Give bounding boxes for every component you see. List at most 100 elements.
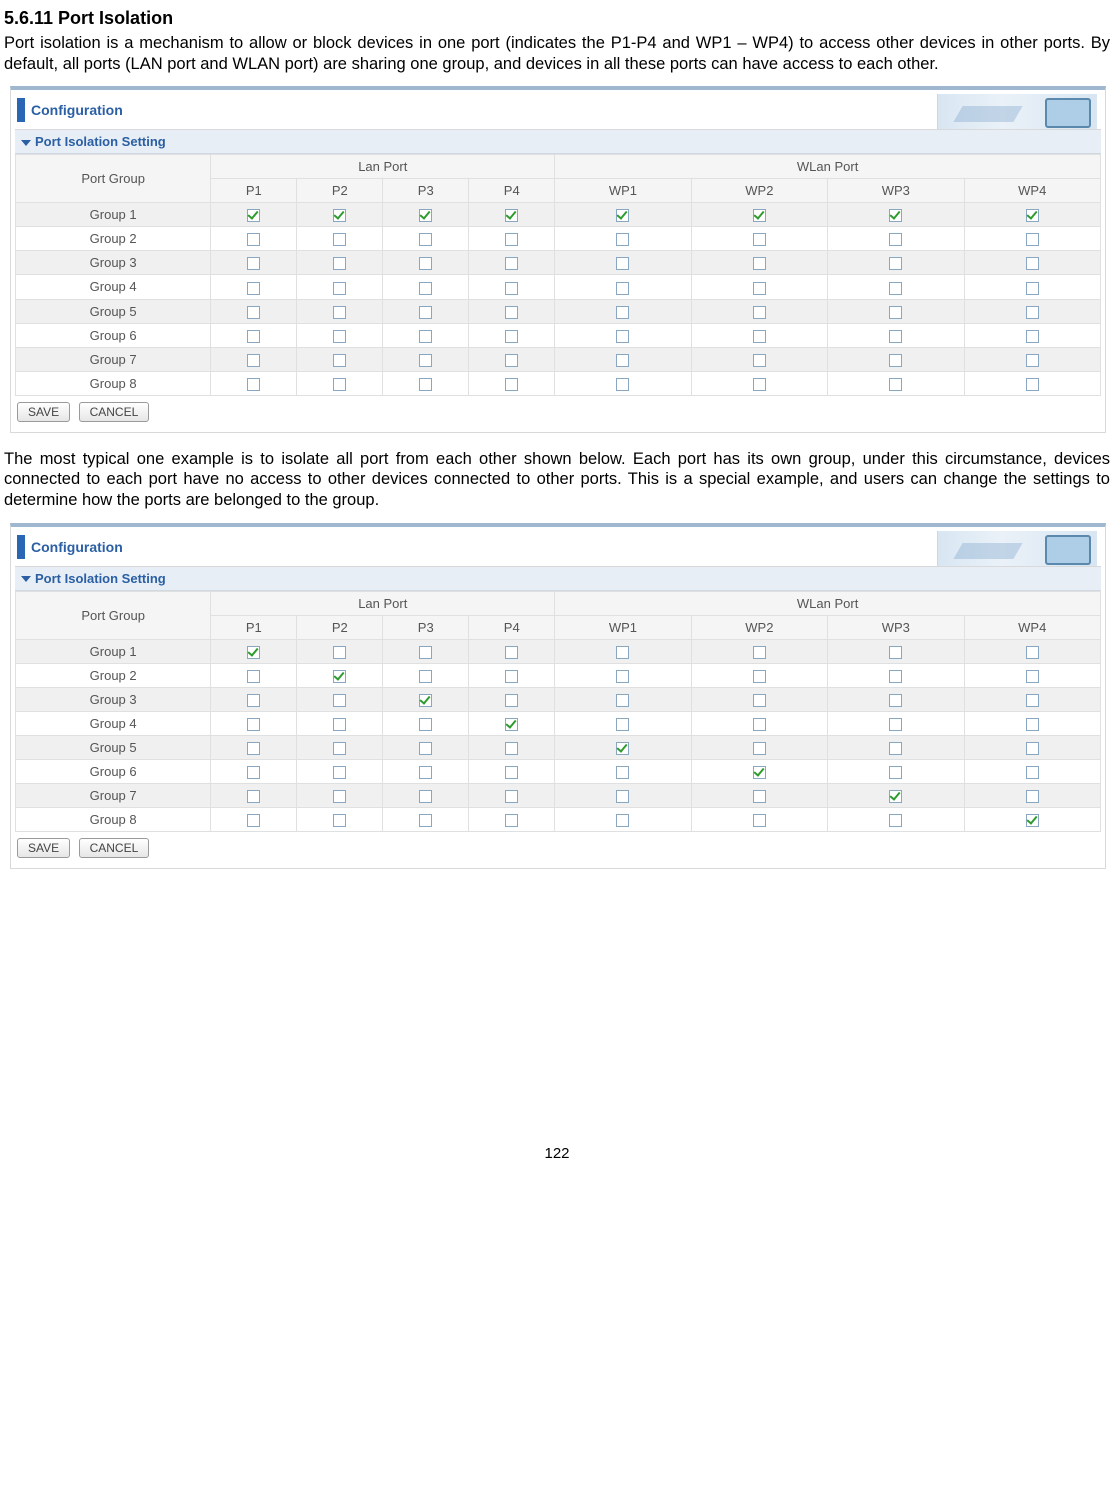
- checkbox[interactable]: [247, 718, 260, 731]
- section-header[interactable]: Port Isolation Setting: [15, 567, 1101, 591]
- checkbox[interactable]: [419, 209, 432, 222]
- checkbox[interactable]: [333, 646, 346, 659]
- checkbox[interactable]: [505, 694, 518, 707]
- checkbox[interactable]: [1026, 718, 1039, 731]
- checkbox[interactable]: [616, 233, 629, 246]
- checkbox[interactable]: [247, 330, 260, 343]
- checkbox[interactable]: [1026, 233, 1039, 246]
- checkbox[interactable]: [247, 306, 260, 319]
- checkbox[interactable]: [1026, 354, 1039, 367]
- save-button[interactable]: SAVE: [17, 402, 70, 422]
- checkbox[interactable]: [419, 378, 432, 391]
- checkbox[interactable]: [333, 694, 346, 707]
- checkbox[interactable]: [247, 766, 260, 779]
- checkbox[interactable]: [333, 257, 346, 270]
- checkbox[interactable]: [247, 742, 260, 755]
- checkbox[interactable]: [333, 814, 346, 827]
- checkbox[interactable]: [333, 790, 346, 803]
- checkbox[interactable]: [419, 233, 432, 246]
- checkbox[interactable]: [616, 814, 629, 827]
- checkbox[interactable]: [753, 306, 766, 319]
- checkbox[interactable]: [753, 233, 766, 246]
- checkbox[interactable]: [247, 354, 260, 367]
- checkbox[interactable]: [616, 766, 629, 779]
- checkbox[interactable]: [419, 282, 432, 295]
- checkbox[interactable]: [505, 670, 518, 683]
- cancel-button[interactable]: CANCEL: [79, 838, 150, 858]
- checkbox[interactable]: [419, 257, 432, 270]
- checkbox[interactable]: [247, 257, 260, 270]
- checkbox[interactable]: [505, 257, 518, 270]
- checkbox[interactable]: [247, 209, 260, 222]
- cancel-button[interactable]: CANCEL: [79, 402, 150, 422]
- checkbox[interactable]: [1026, 814, 1039, 827]
- checkbox[interactable]: [419, 814, 432, 827]
- checkbox[interactable]: [247, 282, 260, 295]
- checkbox[interactable]: [753, 378, 766, 391]
- checkbox[interactable]: [753, 814, 766, 827]
- checkbox[interactable]: [889, 233, 902, 246]
- section-header[interactable]: Port Isolation Setting: [15, 130, 1101, 154]
- checkbox[interactable]: [505, 330, 518, 343]
- checkbox[interactable]: [753, 718, 766, 731]
- checkbox[interactable]: [333, 354, 346, 367]
- checkbox[interactable]: [333, 209, 346, 222]
- checkbox[interactable]: [333, 330, 346, 343]
- checkbox[interactable]: [889, 378, 902, 391]
- checkbox[interactable]: [753, 646, 766, 659]
- checkbox[interactable]: [247, 694, 260, 707]
- checkbox[interactable]: [1026, 378, 1039, 391]
- checkbox[interactable]: [419, 742, 432, 755]
- checkbox[interactable]: [753, 209, 766, 222]
- checkbox[interactable]: [616, 378, 629, 391]
- checkbox[interactable]: [889, 766, 902, 779]
- checkbox[interactable]: [616, 330, 629, 343]
- checkbox[interactable]: [419, 670, 432, 683]
- checkbox[interactable]: [505, 646, 518, 659]
- checkbox[interactable]: [616, 306, 629, 319]
- checkbox[interactable]: [616, 354, 629, 367]
- checkbox[interactable]: [753, 282, 766, 295]
- checkbox[interactable]: [505, 378, 518, 391]
- checkbox[interactable]: [616, 257, 629, 270]
- checkbox[interactable]: [505, 282, 518, 295]
- checkbox[interactable]: [419, 694, 432, 707]
- checkbox[interactable]: [616, 718, 629, 731]
- checkbox[interactable]: [333, 742, 346, 755]
- checkbox[interactable]: [753, 790, 766, 803]
- checkbox[interactable]: [333, 378, 346, 391]
- checkbox[interactable]: [247, 378, 260, 391]
- checkbox[interactable]: [889, 670, 902, 683]
- checkbox[interactable]: [333, 306, 346, 319]
- checkbox[interactable]: [419, 330, 432, 343]
- checkbox[interactable]: [419, 718, 432, 731]
- save-button[interactable]: SAVE: [17, 838, 70, 858]
- checkbox[interactable]: [247, 233, 260, 246]
- checkbox[interactable]: [616, 670, 629, 683]
- checkbox[interactable]: [753, 694, 766, 707]
- checkbox[interactable]: [753, 670, 766, 683]
- checkbox[interactable]: [333, 670, 346, 683]
- checkbox[interactable]: [419, 646, 432, 659]
- checkbox[interactable]: [1026, 766, 1039, 779]
- checkbox[interactable]: [753, 766, 766, 779]
- checkbox[interactable]: [333, 282, 346, 295]
- checkbox[interactable]: [889, 742, 902, 755]
- checkbox[interactable]: [889, 306, 902, 319]
- checkbox[interactable]: [333, 233, 346, 246]
- checkbox[interactable]: [505, 354, 518, 367]
- checkbox[interactable]: [616, 646, 629, 659]
- checkbox[interactable]: [616, 742, 629, 755]
- checkbox[interactable]: [505, 306, 518, 319]
- checkbox[interactable]: [889, 718, 902, 731]
- checkbox[interactable]: [889, 354, 902, 367]
- checkbox[interactable]: [1026, 646, 1039, 659]
- checkbox[interactable]: [1026, 330, 1039, 343]
- checkbox[interactable]: [505, 233, 518, 246]
- checkbox[interactable]: [616, 694, 629, 707]
- checkbox[interactable]: [616, 282, 629, 295]
- checkbox[interactable]: [1026, 306, 1039, 319]
- checkbox[interactable]: [616, 790, 629, 803]
- checkbox[interactable]: [753, 742, 766, 755]
- checkbox[interactable]: [505, 718, 518, 731]
